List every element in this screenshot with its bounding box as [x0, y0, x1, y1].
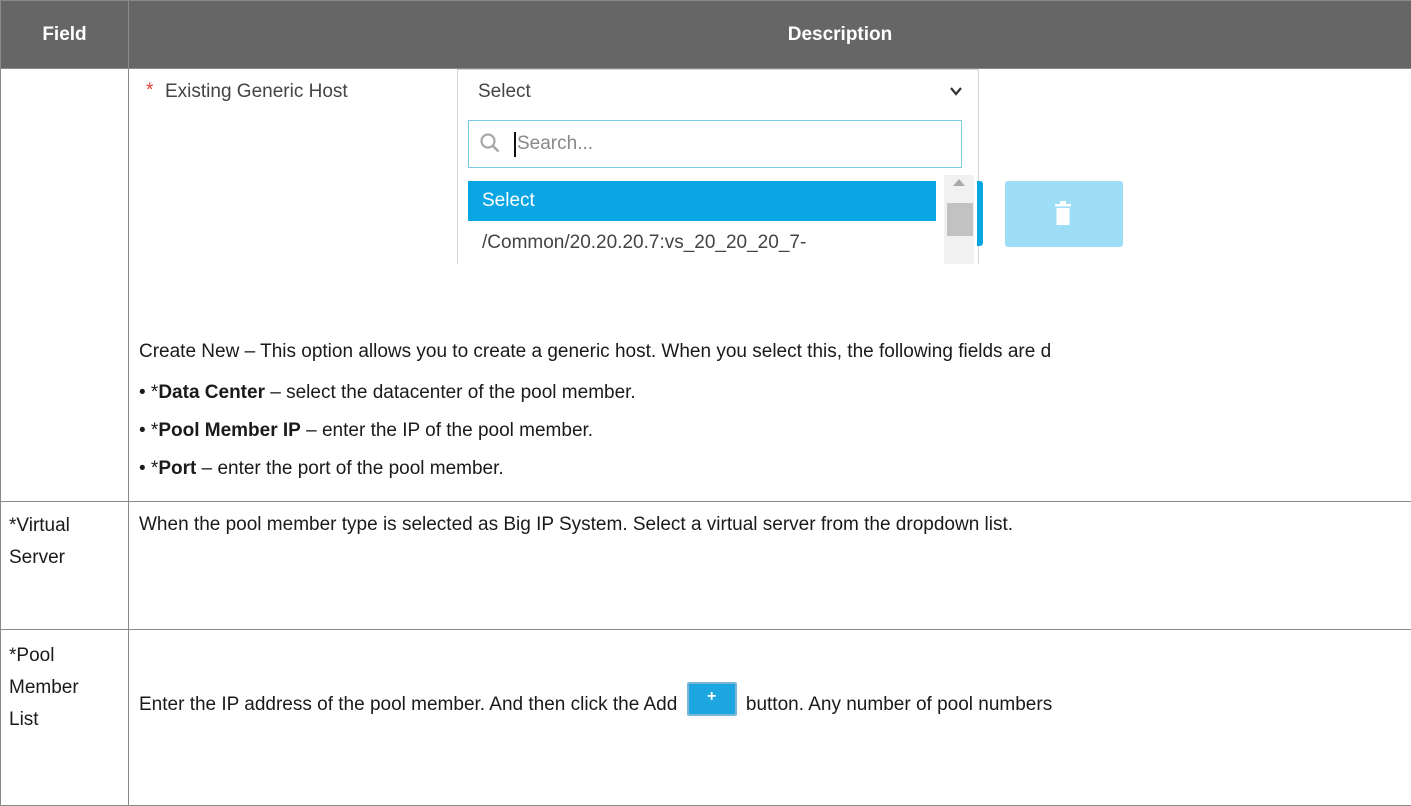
generic-host-select[interactable]: Select Select /Common/20.20.20.7 [457, 69, 979, 264]
virtual-server-description: When the pool member type is selected as… [139, 514, 1013, 536]
dropdown-option[interactable]: /Common/20.20.20.7:vs_20_20_20_7- [468, 223, 936, 263]
bullet-prefix: • * [139, 420, 158, 441]
table-row: *Virtual Server When the pool member typ… [1, 502, 1411, 630]
search-icon [479, 132, 501, 160]
create-new-paragraph: Create New – This option allows you to c… [139, 341, 1051, 363]
bullet-term: Pool Member IP [158, 420, 301, 441]
description-cell: * Existing Generic Host Select [129, 69, 1411, 502]
field-cell-empty [1, 69, 129, 502]
plus-icon: + [689, 688, 735, 706]
field-name-line: List [9, 704, 124, 736]
pool-member-list-description: Enter the IP address of the pool member.… [139, 688, 1052, 722]
required-marker: * [146, 80, 153, 102]
bullet-prefix: • * [139, 382, 158, 403]
description-cell: When the pool member type is selected as… [129, 502, 1411, 630]
header-field: Field [1, 1, 129, 69]
field-name-line: Member [9, 672, 124, 704]
search-input[interactable] [517, 121, 947, 167]
field-description-table: Field Description * Existing Generic Hos… [0, 0, 1411, 806]
existing-generic-host-label: Existing Generic Host [165, 78, 395, 105]
bullet-pool-member-ip: • *Pool Member IP – enter the IP of the … [139, 420, 593, 442]
header-description: Description [129, 1, 1411, 69]
bullet-term: Port [158, 458, 196, 479]
delete-button[interactable] [1005, 181, 1123, 247]
bullet-text: – enter the port of the pool member. [196, 458, 503, 479]
field-name-line: *Pool [9, 640, 124, 672]
add-button-edge[interactable] [977, 181, 983, 246]
bullet-term: Data Center [158, 382, 265, 403]
select-value: Select [478, 81, 531, 103]
chevron-down-icon [950, 83, 962, 99]
field-name-line: *Virtual [9, 510, 124, 542]
bullet-port: • *Port – enter the port of the pool mem… [139, 458, 504, 480]
field-cell: *Virtual Server [1, 502, 129, 630]
table-header-row: Field Description [1, 1, 1411, 69]
dropdown-option-selected[interactable]: Select [468, 181, 936, 221]
add-button-icon: + [687, 682, 737, 716]
field-name-line: Server [9, 542, 124, 574]
description-text: Enter the IP address of the pool member.… [139, 694, 677, 715]
search-field[interactable] [468, 120, 962, 168]
description-text: button. Any number of pool numbers [746, 694, 1052, 715]
field-cell: *Pool Member List [1, 630, 129, 806]
bullet-text: – enter the IP of the pool member. [301, 420, 593, 441]
scroll-thumb[interactable] [947, 203, 973, 236]
text-cursor [514, 132, 516, 157]
table-row: * Existing Generic Host Select [1, 69, 1411, 502]
dropdown-scrollbar[interactable] [944, 175, 974, 264]
description-cell: Enter the IP address of the pool member.… [129, 630, 1411, 806]
bullet-prefix: • * [139, 458, 158, 479]
table-row: *Pool Member List Enter the IP address o… [1, 630, 1411, 806]
bullet-data-center: • *Data Center – select the datacenter o… [139, 382, 636, 404]
scroll-up-arrow-icon[interactable] [953, 179, 965, 186]
bullet-text: – select the datacenter of the pool memb… [265, 382, 636, 403]
embedded-screenshot: * Existing Generic Host Select [129, 69, 1129, 279]
trash-icon [1055, 201, 1071, 225]
header-description-label: Description [788, 24, 893, 45]
